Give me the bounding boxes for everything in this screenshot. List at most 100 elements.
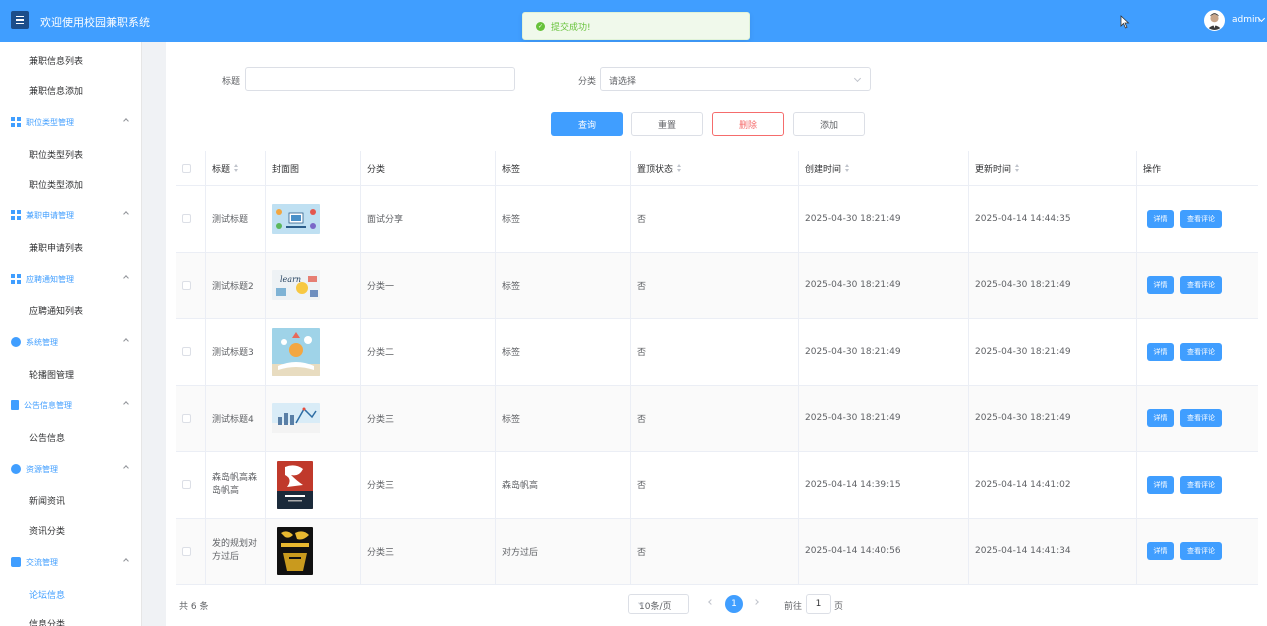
user-avatar[interactable] (1204, 10, 1225, 31)
header-updated[interactable]: 更新时间 (969, 151, 1137, 185)
row-select-cell (176, 252, 206, 318)
cell-actions: 详情 查看评论 (1137, 386, 1258, 452)
cell-created: 2025-04-14 14:39:15 (799, 452, 969, 518)
sidebar-group-label: 公告信息管理 (24, 400, 72, 410)
sidebar-group-label: 应聘通知管理 (26, 274, 74, 284)
row-checkbox[interactable] (182, 347, 191, 357)
sidebar-item-info-category[interactable]: 信息分类 (0, 608, 141, 626)
sidebar-item-forum-info[interactable]: 论坛信息 (0, 579, 141, 609)
row-checkbox[interactable] (182, 480, 191, 490)
sidebar-group-applications[interactable]: 兼职申请管理 (0, 200, 141, 230)
row-select-cell (176, 385, 206, 451)
sidebar-item-label: 兼职信息添加 (29, 86, 84, 97)
cell-top-status: 否 (631, 186, 799, 252)
next-page-icon[interactable] (753, 599, 759, 605)
sidebar-item-parttime-add[interactable]: 兼职信息添加 (0, 75, 141, 105)
title-filter-label: 标题 (222, 77, 241, 87)
sidebar-item-application-list[interactable]: 兼职申请列表 (0, 232, 141, 262)
cell-tag: 森岛帆高 (496, 452, 631, 518)
row-checkbox[interactable] (182, 546, 191, 556)
cell-cover (266, 518, 361, 584)
sidebar-item-parttime-list[interactable]: 兼职信息列表 (0, 45, 141, 75)
detail-button[interactable]: 详情 (1147, 409, 1174, 428)
query-button[interactable]: 查询 (551, 112, 623, 136)
sort-icon[interactable] (677, 164, 682, 172)
sidebar-item-label: 兼职申请列表 (29, 243, 84, 254)
sidebar-item-job-type-list[interactable]: 职位类型列表 (0, 139, 141, 169)
page-size-select[interactable]: 10条/页 (628, 594, 689, 614)
cell-tag-text: 标签 (502, 348, 521, 359)
cell-category: 分类三 (361, 518, 496, 584)
detail-button[interactable]: 详情 (1147, 475, 1174, 494)
row-select-cell (176, 186, 206, 252)
view-comments-button[interactable]: 查看评论 (1180, 209, 1222, 228)
cell-category-text: 分类二 (367, 348, 395, 359)
sort-icon[interactable] (234, 164, 239, 172)
row-select-cell (176, 518, 206, 584)
view-comments-button[interactable]: 查看评论 (1180, 542, 1222, 561)
sidebar-group-job-types[interactable]: 职位类型管理 (0, 107, 141, 137)
cell-top-status: 否 (631, 518, 799, 584)
cover-image (277, 527, 313, 576)
detail-button[interactable]: 详情 (1147, 209, 1174, 228)
row-select-cell (176, 319, 206, 385)
user-name[interactable]: admin (1232, 15, 1260, 25)
cell-cover (266, 385, 361, 451)
page-number-current[interactable]: 1 (725, 595, 743, 613)
sidebar-group-system[interactable]: 系统管理 (0, 327, 141, 357)
cell-title: 测试标题3 (206, 319, 266, 385)
view-comments-button[interactable]: 查看评论 (1180, 409, 1222, 428)
header-updated-label: 更新时间 (975, 164, 1012, 175)
goto-page-input[interactable]: 1 (806, 594, 831, 614)
title-filter-input[interactable] (245, 67, 515, 91)
category-select[interactable]: 请选择 (600, 67, 871, 91)
sidebar-group-notices[interactable]: 应聘通知管理 (0, 264, 141, 294)
sidebar-group-resources[interactable]: 资源管理 (0, 454, 141, 484)
cell-actions: 详情 查看评论 (1137, 452, 1258, 518)
cell-category-text: 面试分享 (367, 215, 404, 226)
sidebar-group-forum[interactable]: 交流管理 (0, 547, 141, 577)
header-title[interactable]: 标题 (206, 151, 266, 185)
detail-button[interactable]: 详情 (1147, 276, 1174, 295)
cell-title: 测试标题4 (206, 385, 266, 451)
cell-updated: 2025-04-30 18:21:49 (969, 252, 1137, 318)
cell-top-status-text: 否 (637, 215, 647, 226)
sidebar-item-notice-list[interactable]: 应聘通知列表 (0, 295, 141, 325)
sidebar-item-job-type-add[interactable]: 职位类型添加 (0, 169, 141, 199)
header-cover-label: 封面图 (272, 164, 300, 175)
cell-cover (266, 319, 361, 385)
sidebar-item-announcement[interactable]: 公告信息 (0, 422, 141, 452)
row-checkbox[interactable] (182, 280, 191, 290)
sidebar-group-announcements[interactable]: 公告信息管理 (0, 390, 141, 420)
cell-updated-text: 2025-04-30 18:21:49 (975, 346, 1071, 357)
sidebar-item-news[interactable]: 新闻资讯 (0, 485, 141, 515)
select-all-checkbox[interactable] (182, 163, 191, 173)
header-top-status[interactable]: 置顶状态 (631, 151, 799, 185)
sidebar-group-label: 职位类型管理 (26, 117, 74, 127)
row-checkbox[interactable] (182, 413, 191, 423)
prev-page-icon[interactable] (708, 599, 714, 605)
cell-created-text: 2025-04-14 14:39:15 (805, 479, 901, 490)
header-tag: 标签 (496, 151, 631, 185)
add-button[interactable]: 添加 (793, 112, 865, 136)
sidebar-item-carousel[interactable]: 轮播图管理 (0, 359, 141, 389)
view-comments-button[interactable]: 查看评论 (1180, 276, 1222, 295)
header-created[interactable]: 创建时间 (799, 151, 969, 185)
detail-button[interactable]: 详情 (1147, 542, 1174, 561)
cell-title-text: 测试标题 (212, 215, 249, 226)
cell-updated-text: 2025-04-30 18:21:49 (975, 413, 1071, 424)
sort-icon[interactable] (1015, 164, 1020, 172)
row-checkbox[interactable] (182, 214, 191, 224)
detail-button[interactable]: 详情 (1147, 342, 1174, 361)
sidebar-item-news-category[interactable]: 资讯分类 (0, 515, 141, 545)
view-comments-button[interactable]: 查看评论 (1180, 342, 1222, 361)
delete-button[interactable]: 删除 (712, 112, 784, 136)
view-comments-button[interactable]: 查看评论 (1180, 475, 1222, 494)
sort-icon[interactable] (845, 164, 850, 172)
reset-button[interactable]: 重置 (631, 112, 703, 136)
menu-toggle-icon[interactable] (11, 11, 29, 29)
pagination-total: 共 6 条 (179, 602, 209, 612)
row-select-cell (176, 452, 206, 518)
cover-image (272, 327, 320, 376)
cell-created-text: 2025-04-30 18:21:49 (805, 346, 901, 357)
